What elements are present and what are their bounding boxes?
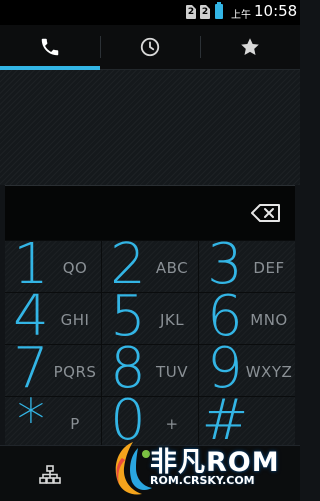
sim2-icon: 2 bbox=[200, 5, 210, 19]
dial-key-letters: WXYZ bbox=[245, 363, 293, 381]
dial-key-star[interactable]: * P bbox=[5, 397, 101, 448]
dial-key-letters: TUV bbox=[156, 363, 188, 381]
dial-key-digit: 4 bbox=[13, 293, 49, 344]
status-clock: 10:58 bbox=[254, 2, 298, 20]
dial-key-digit: 9 bbox=[207, 345, 243, 396]
dial-key-7[interactable]: 7 PQRS bbox=[5, 345, 101, 396]
dial-key-letters: P bbox=[70, 415, 80, 433]
dial-key-letters: QO bbox=[62, 259, 88, 277]
dial-key-digit: 8 bbox=[110, 345, 146, 396]
battery-icon bbox=[215, 2, 223, 19]
dial-number-field[interactable] bbox=[5, 185, 295, 241]
phone-icon bbox=[41, 38, 59, 56]
star-icon bbox=[241, 38, 259, 55]
dial-key-digit: 1 bbox=[13, 241, 49, 292]
dial-key-letters: GHI bbox=[60, 311, 90, 329]
dial-key-letters: JKL bbox=[159, 311, 185, 329]
dial-key-5[interactable]: 5 JKL bbox=[102, 293, 198, 344]
dial-key-1[interactable]: 1 QO bbox=[5, 241, 101, 292]
sim2-label: 2 bbox=[201, 7, 209, 17]
status-ampm: 上午 bbox=[231, 10, 251, 21]
dial-key-3[interactable]: 3 DEF bbox=[199, 241, 295, 292]
watermark-url: ROM.CRSKY.COM bbox=[150, 474, 255, 487]
dial-key-digit: 2 bbox=[110, 241, 146, 292]
dial-key-letters: DEF bbox=[253, 259, 285, 277]
dialer-background bbox=[0, 70, 300, 185]
clock-icon bbox=[140, 37, 160, 57]
dial-key-4[interactable]: 4 GHI bbox=[5, 293, 101, 344]
tab-bar bbox=[0, 25, 300, 70]
sim1-icon: 2 bbox=[186, 5, 196, 19]
status-bar: 2 2 上午 10:58 bbox=[0, 0, 300, 25]
watermark: 非凡ROM ROM.CRSKY.COM bbox=[108, 438, 300, 500]
dial-key-digit: * bbox=[17, 397, 45, 448]
backspace-icon[interactable] bbox=[251, 204, 281, 222]
dial-key-9[interactable]: 9 WXYZ bbox=[199, 345, 295, 396]
dial-key-6[interactable]: 6 MNO bbox=[199, 293, 295, 344]
tab-recent[interactable] bbox=[100, 25, 200, 69]
sim1-label: 2 bbox=[187, 7, 195, 17]
hierarchy-button[interactable] bbox=[0, 449, 100, 501]
dial-key-letters: + bbox=[165, 415, 179, 433]
dial-key-digit: 3 bbox=[207, 241, 243, 292]
dial-key-2[interactable]: 2 ABC bbox=[102, 241, 198, 292]
dial-key-letters: PQRS bbox=[53, 363, 97, 381]
dial-key-8[interactable]: 8 TUV bbox=[102, 345, 198, 396]
dial-key-digit: 5 bbox=[110, 293, 146, 344]
tab-divider bbox=[200, 36, 201, 58]
tab-phone[interactable] bbox=[0, 25, 100, 69]
dial-key-digit: 7 bbox=[13, 345, 49, 396]
dial-key-letters: ABC bbox=[155, 259, 189, 277]
dial-key-digit: 6 bbox=[207, 293, 243, 344]
hierarchy-icon bbox=[39, 465, 61, 484]
tab-divider bbox=[100, 36, 101, 58]
dial-key-letters: MNO bbox=[250, 311, 288, 329]
tab-favorites[interactable] bbox=[200, 25, 300, 69]
dial-keypad: 1 QO 2 ABC 3 DEF 4 GHI 5 JKL 6 MNO 7 PQRS 8 TUV 9 WXYZ * P 0… bbox=[5, 240, 295, 448]
